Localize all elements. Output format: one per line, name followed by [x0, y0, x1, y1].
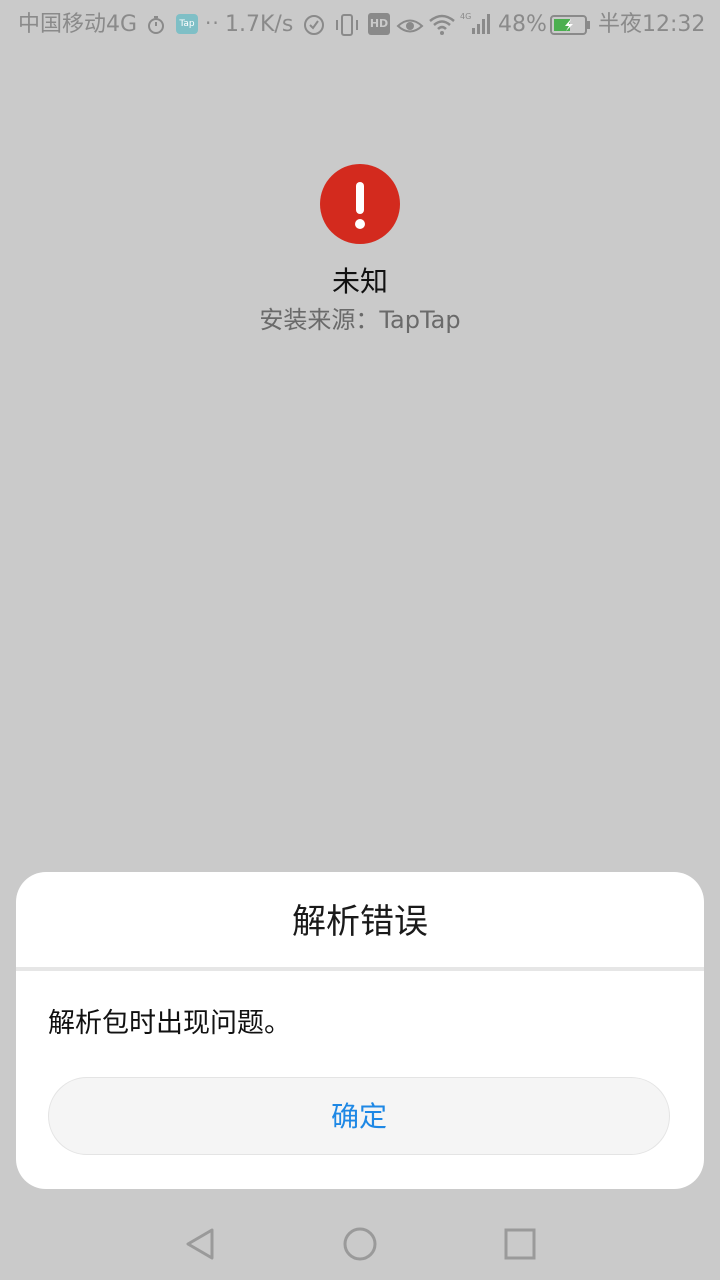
timer-icon — [146, 14, 166, 34]
battery-icon — [550, 14, 592, 36]
sync-icon — [302, 13, 326, 37]
signal-icon: 4G — [460, 10, 492, 36]
confirm-button[interactable]: 确定 — [48, 1077, 670, 1155]
hd-icon: HD — [368, 13, 390, 35]
home-icon[interactable] — [342, 1226, 378, 1262]
dialog-message: 解析包时出现问题。 — [48, 1008, 291, 1039]
vibrate-icon — [334, 13, 360, 37]
app-name: 未知 — [331, 265, 388, 298]
carrier-label: 中国移动4G — [18, 12, 138, 37]
status-bar: 中国移动4G Tap ·· 1.7K/s HD 4G 48% 半夜12:32 — [0, 0, 720, 50]
screen: 中国移动4G Tap ·· 1.7K/s HD 4G 48% 半夜12:32 未… — [0, 0, 720, 1280]
install-source: 安装来源：TapTap — [259, 306, 461, 334]
wifi-icon — [428, 12, 456, 36]
error-exclamation-icon — [320, 164, 400, 244]
exclamation-dot — [355, 219, 365, 229]
dialog-divider — [16, 967, 704, 971]
more-notifications-indicator: ·· — [205, 11, 220, 35]
network-speed: 1.7K/s — [225, 12, 294, 37]
recents-icon[interactable] — [502, 1226, 538, 1262]
exclamation-bar — [356, 182, 364, 214]
clock: 半夜12:32 — [598, 12, 706, 37]
back-icon[interactable] — [182, 1226, 218, 1262]
svg-text:4G: 4G — [460, 12, 471, 21]
taptap-notification-icon: Tap — [176, 14, 198, 34]
eye-comfort-icon — [396, 14, 424, 36]
battery-percent: 48% — [498, 12, 547, 37]
parse-error-dialog: 解析错误 解析包时出现问题。 确定 — [16, 872, 704, 1189]
dialog-title: 解析错误 — [292, 902, 428, 942]
